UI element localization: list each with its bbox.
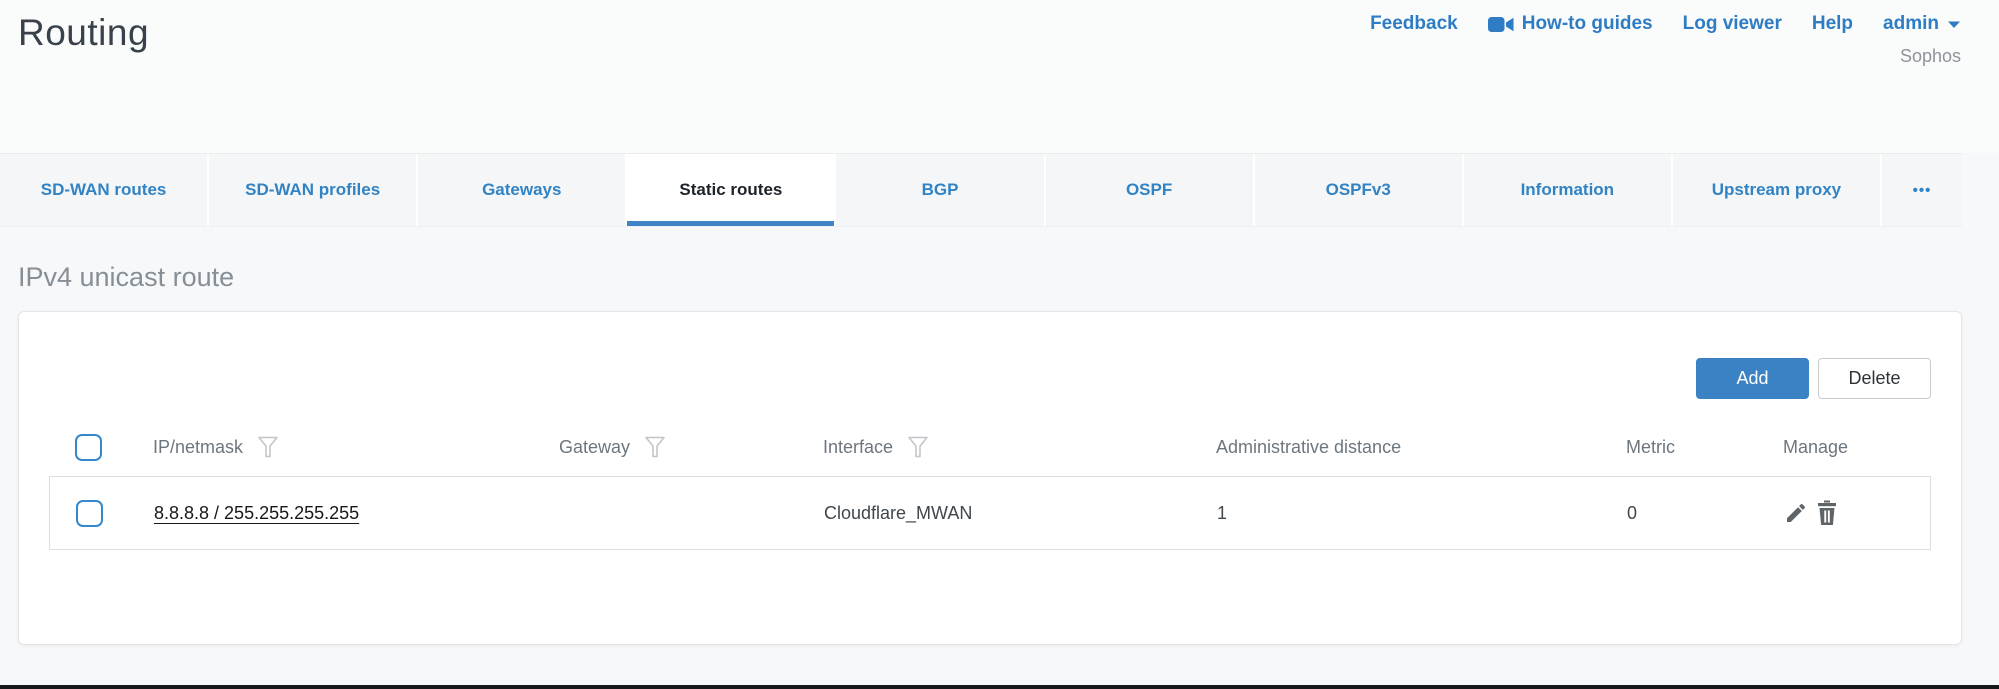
filter-icon[interactable] [907, 435, 929, 459]
row-checkbox[interactable] [76, 500, 103, 527]
page-header: Routing Feedback How-to guides Log viewe… [0, 0, 1999, 153]
window-bottom-edge [0, 685, 1999, 689]
brand-label: Sophos [1900, 46, 1961, 67]
tab-ospfv3[interactable]: OSPFv3 [1255, 154, 1462, 226]
nav-feedback-label: Feedback [1370, 13, 1458, 35]
tab-label: OSPFv3 [1326, 180, 1391, 200]
col-gateway: Gateway [559, 435, 823, 459]
nav-log-viewer-label: Log viewer [1683, 13, 1782, 35]
main-content: IPv4 unicast route Add Delete IP/netmask… [0, 262, 1999, 645]
table-toolbar: Add Delete [49, 358, 1931, 399]
tab-sd-wan-profiles[interactable]: SD-WAN profiles [209, 154, 416, 226]
add-button[interactable]: Add [1696, 358, 1809, 399]
manage-cell [1784, 500, 1930, 526]
tab-bar: SD-WAN routes SD-WAN profiles Gateways S… [0, 153, 1962, 226]
filter-icon[interactable] [257, 435, 279, 459]
admin-distance-cell: 1 [1217, 503, 1627, 524]
col-interface-label: Interface [823, 437, 893, 458]
tab-label: Gateways [482, 180, 561, 200]
tab-overflow-menu[interactable]: ••• [1882, 154, 1962, 226]
metric-cell: 0 [1627, 503, 1784, 524]
col-admin-distance: Administrative distance [1216, 437, 1626, 458]
col-ip-netmask-label: IP/netmask [153, 437, 243, 458]
tab-label: OSPF [1126, 180, 1172, 200]
col-manage: Manage [1783, 437, 1931, 458]
nav-admin-menu[interactable]: admin [1883, 13, 1961, 35]
tab-gateways[interactable]: Gateways [418, 154, 625, 226]
col-admin-distance-label: Administrative distance [1216, 437, 1401, 458]
col-gateway-label: Gateway [559, 437, 630, 458]
nav-feedback-link[interactable]: Feedback [1370, 13, 1458, 35]
routes-card: Add Delete IP/netmask Gateway [18, 311, 1962, 645]
trash-icon[interactable] [1815, 500, 1839, 526]
tab-label: Static routes [679, 180, 782, 200]
tab-upstream-proxy[interactable]: Upstream proxy [1673, 154, 1880, 226]
tab-static-routes[interactable]: Static routes [627, 154, 834, 226]
nav-admin-label: admin [1883, 13, 1939, 35]
nav-help-link[interactable]: Help [1812, 13, 1853, 35]
col-metric: Metric [1626, 437, 1783, 458]
tab-label: Upstream proxy [1712, 180, 1841, 200]
video-camera-icon [1488, 16, 1514, 33]
col-interface: Interface [823, 435, 1216, 459]
table-row: 8.8.8.8 / 255.255.255.255 Cloudflare_MWA… [49, 476, 1931, 550]
nav-howto-guides-link[interactable]: How-to guides [1488, 13, 1653, 35]
col-metric-label: Metric [1626, 437, 1675, 458]
col-ip-netmask: IP/netmask [153, 435, 559, 459]
edit-icon[interactable] [1784, 501, 1808, 525]
top-nav: Feedback How-to guides Log viewer Help a… [1370, 13, 1961, 35]
ellipsis-icon: ••• [1913, 182, 1932, 199]
interface-cell: Cloudflare_MWAN [824, 503, 1217, 524]
select-all-checkbox[interactable] [75, 434, 102, 461]
tab-sd-wan-routes[interactable]: SD-WAN routes [0, 154, 207, 226]
tab-label: Information [1521, 180, 1615, 200]
caret-down-icon [1947, 20, 1961, 29]
delete-button[interactable]: Delete [1818, 358, 1931, 399]
section-heading: IPv4 unicast route [18, 262, 1999, 293]
tab-ospf[interactable]: OSPF [1046, 154, 1253, 226]
nav-log-viewer-link[interactable]: Log viewer [1683, 13, 1782, 35]
ip-netmask-link[interactable]: 8.8.8.8 / 255.255.255.255 [154, 503, 359, 523]
nav-help-label: Help [1812, 13, 1853, 35]
table-header: IP/netmask Gateway Interface [49, 423, 1931, 471]
tab-bgp[interactable]: BGP [836, 154, 1043, 226]
tab-label: SD-WAN profiles [245, 180, 380, 200]
nav-howto-guides-label: How-to guides [1522, 13, 1653, 35]
tab-label: BGP [922, 180, 959, 200]
tab-information[interactable]: Information [1464, 154, 1671, 226]
col-manage-label: Manage [1783, 437, 1848, 458]
tab-label: SD-WAN routes [41, 180, 167, 200]
filter-icon[interactable] [644, 435, 666, 459]
